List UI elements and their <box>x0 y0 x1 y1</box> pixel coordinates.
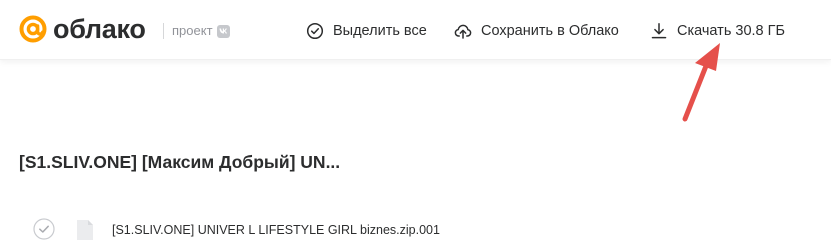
download-icon <box>651 23 667 39</box>
file-name: [S1.SLIV.ONE] UNIVER L LIFESTYLE GIRL bi… <box>112 223 440 237</box>
header-divider <box>163 23 164 39</box>
project-label: проект <box>172 23 230 39</box>
download-button[interactable]: Скачать 30.8 ГБ <box>650 20 785 42</box>
save-to-cloud-label: Сохранить в Облако <box>481 23 619 39</box>
brand-name: облако <box>53 14 146 44</box>
file-select-checkbox[interactable] <box>33 218 55 240</box>
at-sign-logo-icon <box>19 15 47 43</box>
vk-icon <box>216 24 230 38</box>
cloud-upload-icon <box>454 24 472 39</box>
download-label: Скачать 30.8 ГБ <box>677 23 786 39</box>
save-to-cloud-button[interactable]: Сохранить в Облако <box>454 20 619 42</box>
select-all-button[interactable]: Выделить все <box>306 20 427 42</box>
file-icon <box>77 220 93 240</box>
check-circle-icon <box>306 22 324 40</box>
top-header: облако проект Выделить все Сохранить в О… <box>0 0 831 60</box>
cloud-logo[interactable]: облако <box>18 14 146 44</box>
file-row[interactable]: [S1.SLIV.ONE] UNIVER L LIFESTYLE GIRL bi… <box>0 216 831 247</box>
project-text: проект <box>172 23 213 38</box>
select-all-label: Выделить все <box>333 23 427 39</box>
folder-title: [S1.SLIV.ONE] [Максим Добрый] UN... <box>19 152 341 172</box>
